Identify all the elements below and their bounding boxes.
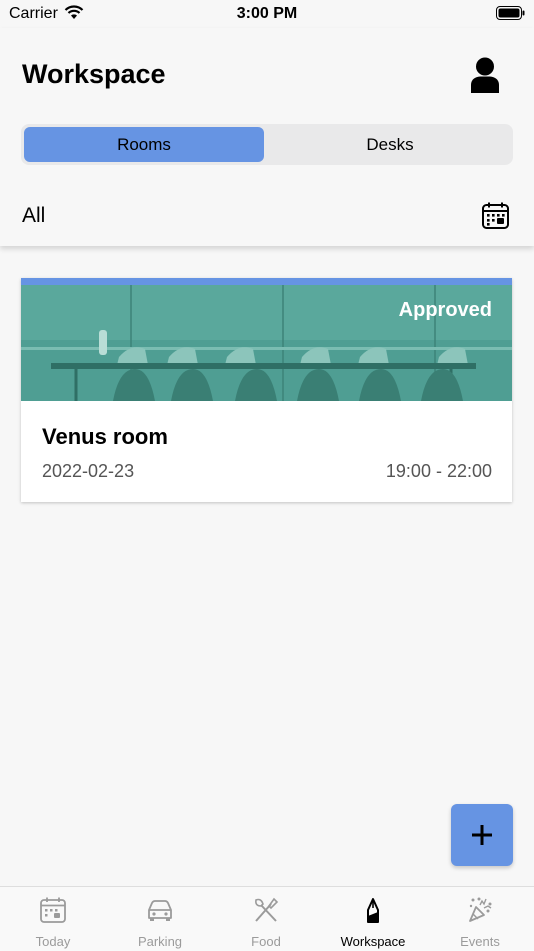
user-icon (471, 57, 499, 93)
pen-icon (367, 898, 379, 923)
add-booking-button[interactable] (451, 804, 513, 866)
segment-desks[interactable]: Desks (270, 127, 510, 162)
confetti-icon (469, 897, 492, 922)
calendar-icon (482, 202, 509, 229)
tab-workspace[interactable]: Workspace (320, 887, 426, 951)
tab-bar: Today Parking Food Workspace Events (0, 886, 534, 951)
calendar-icon (40, 897, 66, 923)
fork-knife-icon (255, 897, 279, 922)
tab-label: Events (460, 934, 500, 949)
segment-rooms[interactable]: Rooms (24, 127, 264, 162)
car-icon (148, 900, 172, 921)
status-time: 3:00 PM (236, 5, 298, 22)
tab-label: Workspace (340, 934, 406, 949)
page-title: Workspace (22, 59, 166, 89)
filter-label[interactable]: All (22, 204, 45, 228)
tab-food[interactable]: Food (213, 887, 319, 951)
card-accent-bar (21, 278, 512, 285)
booking-date: 2022-02-23 (42, 461, 135, 481)
tab-today[interactable]: Today (0, 887, 106, 951)
tab-parking[interactable]: Parking (107, 887, 213, 951)
segment-control: Rooms Desks (21, 124, 513, 165)
battery-icon (496, 6, 525, 20)
plus-icon (472, 825, 492, 845)
profile-button[interactable] (468, 56, 502, 94)
booking-card[interactable]: Approved Venus room 2022-02-23 19:00 - 2… (21, 278, 512, 502)
tab-label: Food (251, 934, 281, 949)
header: Workspace Rooms Desks All (0, 28, 534, 246)
booking-status-label: Approved (398, 299, 492, 321)
tab-events[interactable]: Events (427, 887, 533, 951)
calendar-filter-button[interactable] (481, 201, 510, 230)
status-bar: Carrier 3:00 PM (0, 0, 534, 28)
tab-label: Parking (137, 934, 183, 949)
booking-time: 19:00 - 22:00 (385, 461, 492, 481)
room-name: Venus room (42, 424, 168, 449)
tab-label: Today (35, 934, 71, 949)
